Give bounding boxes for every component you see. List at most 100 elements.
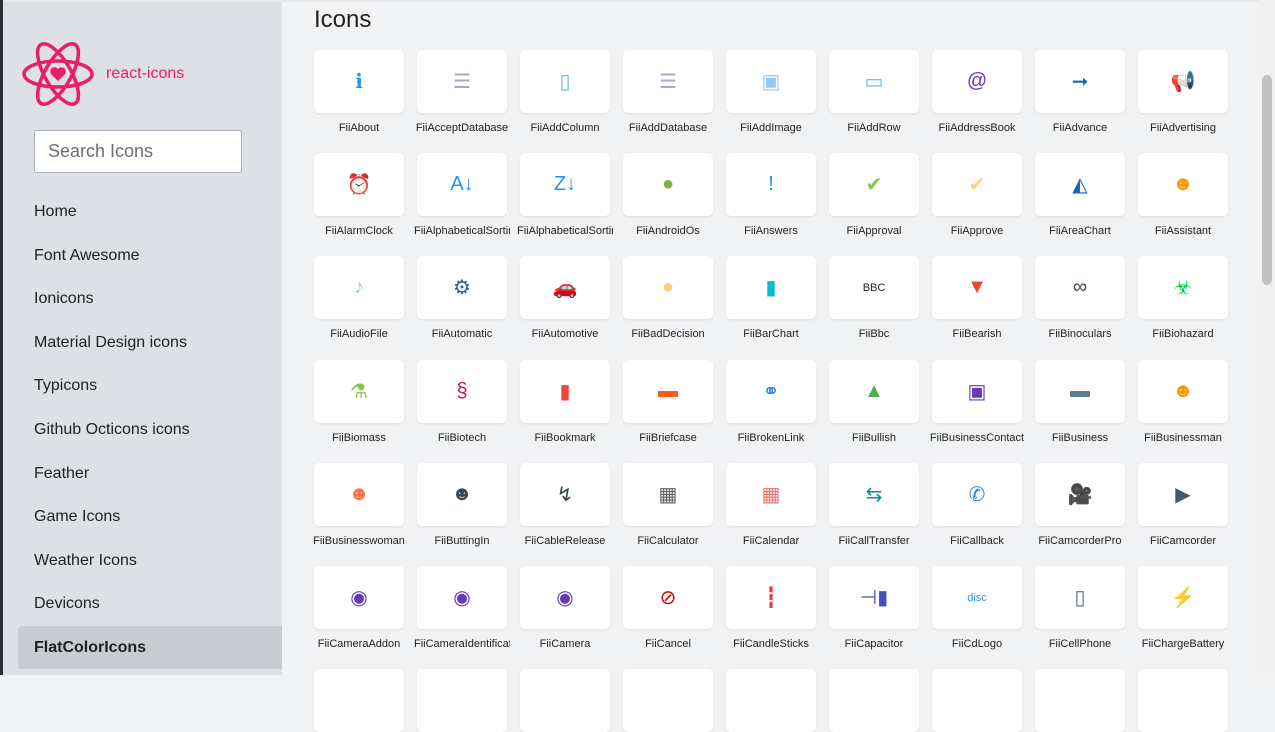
- icon-card[interactable]: disc: [932, 566, 1022, 629]
- icon-card[interactable]: ☻: [1138, 153, 1228, 217]
- icon-card[interactable]: @: [932, 50, 1022, 113]
- icon-card[interactable]: ☻: [1138, 359, 1228, 423]
- add-image-icon: ▣: [761, 71, 781, 93]
- sidebar: react-icons HomeFont AwesomeIoniconsMate…: [3, 2, 282, 675]
- icon-card[interactable]: ▬: [623, 359, 713, 423]
- icon-card[interactable]: ↯: [520, 462, 610, 526]
- icon-label: FiiCalculator: [637, 534, 699, 547]
- icon-card[interactable]: ▣: [932, 359, 1022, 423]
- icon-card[interactable]: [520, 669, 610, 732]
- icon-card[interactable]: ➞: [1035, 50, 1125, 113]
- icon-card[interactable]: [417, 669, 507, 732]
- cable-release-icon: ↯: [556, 483, 574, 506]
- sidebar-item-typicons[interactable]: Typicons: [18, 364, 282, 407]
- icon-card[interactable]: [1138, 669, 1228, 732]
- bad-decision-icon: ●: [661, 276, 675, 299]
- answers-icon: !: [768, 173, 774, 196]
- icon-card[interactable]: ▶: [1138, 462, 1228, 526]
- icon-card[interactable]: 🎥: [1035, 462, 1125, 526]
- sidebar-item-weather-icons[interactable]: Weather Icons: [18, 539, 282, 582]
- sidebar-item-home[interactable]: Home: [18, 190, 282, 233]
- scrollbar-thumb[interactable]: [1262, 75, 1272, 285]
- icon-card[interactable]: ●: [623, 153, 713, 217]
- icon-card[interactable]: ◉: [417, 566, 507, 629]
- icon-card[interactable]: ♪: [314, 256, 404, 320]
- search-input[interactable]: [34, 130, 242, 173]
- icon-card[interactable]: 🚗: [520, 256, 610, 320]
- icon-card[interactable]: Z↓: [520, 153, 610, 217]
- icon-label: FiiCandleSticks: [733, 638, 809, 650]
- icon-card[interactable]: ▮: [520, 359, 610, 423]
- icon-card[interactable]: [623, 669, 713, 732]
- icon-card[interactable]: ▦: [726, 462, 816, 526]
- icon-card[interactable]: !: [726, 153, 816, 217]
- icon-card[interactable]: [932, 669, 1022, 732]
- icon-card[interactable]: [1035, 669, 1125, 732]
- icon-card[interactable]: ☻: [314, 462, 404, 526]
- icon-card[interactable]: ◉: [314, 566, 404, 629]
- icon-card[interactable]: ▯: [1035, 566, 1125, 629]
- broken-link-icon: ⚭: [762, 380, 780, 403]
- icon-card[interactable]: [314, 669, 404, 732]
- icon-label: FiiBrokenLink: [737, 431, 805, 444]
- icon-card[interactable]: ⚙: [417, 256, 507, 320]
- add-column-icon: ▯: [559, 71, 571, 93]
- icon-card[interactable]: ▬: [1035, 359, 1125, 423]
- sidebar-item-font-awesome[interactable]: Font Awesome: [18, 234, 282, 277]
- icon-card[interactable]: [829, 669, 919, 732]
- cd-logo-icon: disc: [967, 591, 987, 604]
- icon-card[interactable]: ⚭: [726, 359, 816, 423]
- icon-card[interactable]: ▲: [829, 359, 919, 423]
- icon-label: FiiAutomotive: [531, 328, 599, 341]
- react-icons-logo-icon[interactable]: [21, 37, 95, 111]
- icon-card[interactable]: ▯: [520, 50, 610, 113]
- icon-card[interactable]: ⚗: [314, 359, 404, 423]
- sidebar-item-ionicons[interactable]: Ionicons: [18, 277, 282, 320]
- icon-card[interactable]: ▼: [932, 256, 1022, 320]
- icon-card[interactable]: A↓: [417, 153, 507, 217]
- icon-card[interactable]: ▭: [829, 50, 919, 113]
- icon-card[interactable]: ▣: [726, 50, 816, 113]
- sidebar-item-flatcoloricons[interactable]: FlatColorIcons: [18, 626, 282, 669]
- icon-card[interactable]: §: [417, 359, 507, 423]
- sidebar-item-devicons[interactable]: Devicons: [18, 582, 282, 625]
- icon-label: FiiAddImage: [740, 122, 802, 134]
- icon-card[interactable]: ☣: [1138, 256, 1228, 320]
- icon-card[interactable]: 📢: [1138, 50, 1228, 113]
- icon-card[interactable]: ☰: [623, 50, 713, 113]
- icon-card[interactable]: ℹ: [314, 50, 404, 113]
- icon-card[interactable]: ◭: [1035, 153, 1125, 217]
- scrollbar[interactable]: [1259, 0, 1275, 675]
- icon-card[interactable]: ▦: [623, 462, 713, 526]
- call-transfer-icon: ⇆: [865, 483, 883, 506]
- approve-icon: ✔: [968, 174, 986, 197]
- icon-card[interactable]: ⊘: [623, 566, 713, 629]
- icon-card[interactable]: ∞: [1035, 256, 1125, 320]
- icon-card[interactable]: ⚡: [1138, 566, 1228, 629]
- icon-card[interactable]: [726, 669, 816, 732]
- icon-card[interactable]: ⊣▮: [829, 566, 919, 629]
- icon-card[interactable]: ◉: [520, 566, 610, 629]
- sidebar-item-game-icons[interactable]: Game Icons: [18, 495, 282, 538]
- brand-name[interactable]: react-icons: [106, 65, 184, 83]
- icon-label: FiiAbout: [338, 122, 380, 134]
- icon-card[interactable]: ▮: [726, 256, 816, 320]
- icon-label: FiiAddRow: [847, 122, 901, 134]
- icon-label: FiiBusiness: [1051, 431, 1109, 444]
- icon-card[interactable]: BBC: [829, 256, 919, 320]
- bullish-icon: ▲: [864, 379, 884, 402]
- icon-card[interactable]: ✆: [932, 462, 1022, 526]
- sidebar-item-feather[interactable]: Feather: [18, 452, 282, 495]
- icon-card[interactable]: ☰: [417, 50, 507, 113]
- icon-card[interactable]: ✔: [829, 153, 919, 217]
- sidebar-item-material-design-icons[interactable]: Material Design icons: [18, 321, 282, 364]
- icon-card[interactable]: ⇆: [829, 462, 919, 526]
- icon-label: FiiCameraAddon: [317, 638, 401, 650]
- icon-card[interactable]: ✔: [932, 153, 1022, 217]
- sidebar-item-github-octicons-icons[interactable]: Github Octicons icons: [18, 408, 282, 451]
- camera-addon-icon: ◉: [350, 587, 368, 609]
- icon-card[interactable]: ☻: [417, 462, 507, 526]
- icon-card[interactable]: ⏰: [314, 153, 404, 217]
- icon-card[interactable]: ●: [623, 256, 713, 320]
- icon-card[interactable]: ┇: [726, 566, 816, 629]
